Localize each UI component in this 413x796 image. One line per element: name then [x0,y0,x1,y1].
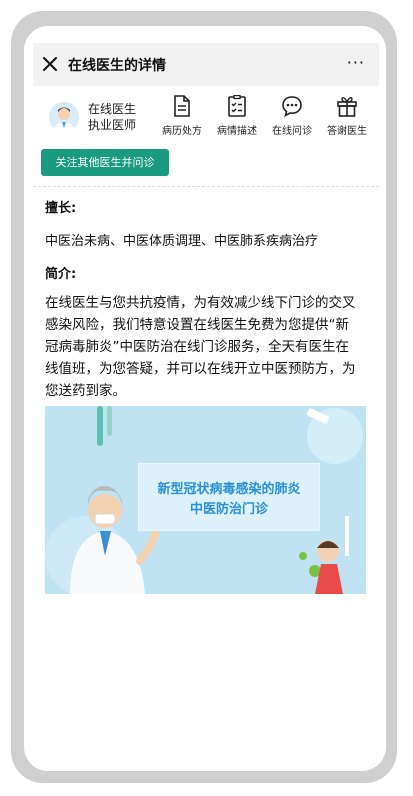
banner-title-line2: 中医防治门诊 [189,502,268,517]
avatar[interactable] [49,102,79,132]
more-icon[interactable]: ··· [347,53,365,72]
action-prescription[interactable]: 病历处方 [157,95,207,137]
document-icon [174,95,190,117]
specialty-label: 擅长: [45,201,77,216]
intro-label: 简介: [45,267,77,282]
chat-icon [282,96,302,117]
action-description[interactable]: 病情描述 [212,95,262,137]
doctor-name-block: 在线医生 执业医师 [88,101,136,133]
doctor-name: 在线医生 [88,102,137,116]
action-consult[interactable]: 在线问诊 [267,95,317,137]
action-label: 病情描述 [217,126,257,137]
action-bar: 病历处方 病情描述 在线问诊 答谢医生 [157,95,377,143]
specialty-text: 中医治未病、中医体质调理、中医肺系疾病治疗 [45,234,319,249]
intro-text: 在线医生与您共抗疫情，为有效减少线下门诊的交叉感染风险，我们特意设置在线医生免费… [45,295,356,399]
action-label: 病历处方 [162,126,202,137]
action-label: 在线问诊 [272,126,312,137]
action-label: 答谢医生 [327,126,367,137]
doctor-info-row: 在线医生 执业医师 病历处方 病情描述 在线问诊 答谢医生 [45,95,375,143]
page-title: 在线医生的详情 [68,58,166,74]
top-bar: 在线医生的详情 ··· [33,43,379,86]
close-icon[interactable] [40,54,60,74]
banner-title-box: 新型冠状病毒感染的肺炎 中医防治门诊 [138,463,320,531]
section-divider [33,186,379,187]
action-thanks[interactable]: 答谢医生 [322,95,372,137]
doctor-title: 执业医师 [88,118,137,132]
promo-banner: 新型冠状病毒感染的肺炎 中医防治门诊 [45,406,366,594]
gift-icon [337,97,357,117]
checklist-icon [228,95,246,117]
follow-other-doctors-button[interactable]: 关注其他医生并问诊 [41,149,169,176]
banner-title-line1: 新型冠状病毒感染的肺炎 [157,482,301,497]
